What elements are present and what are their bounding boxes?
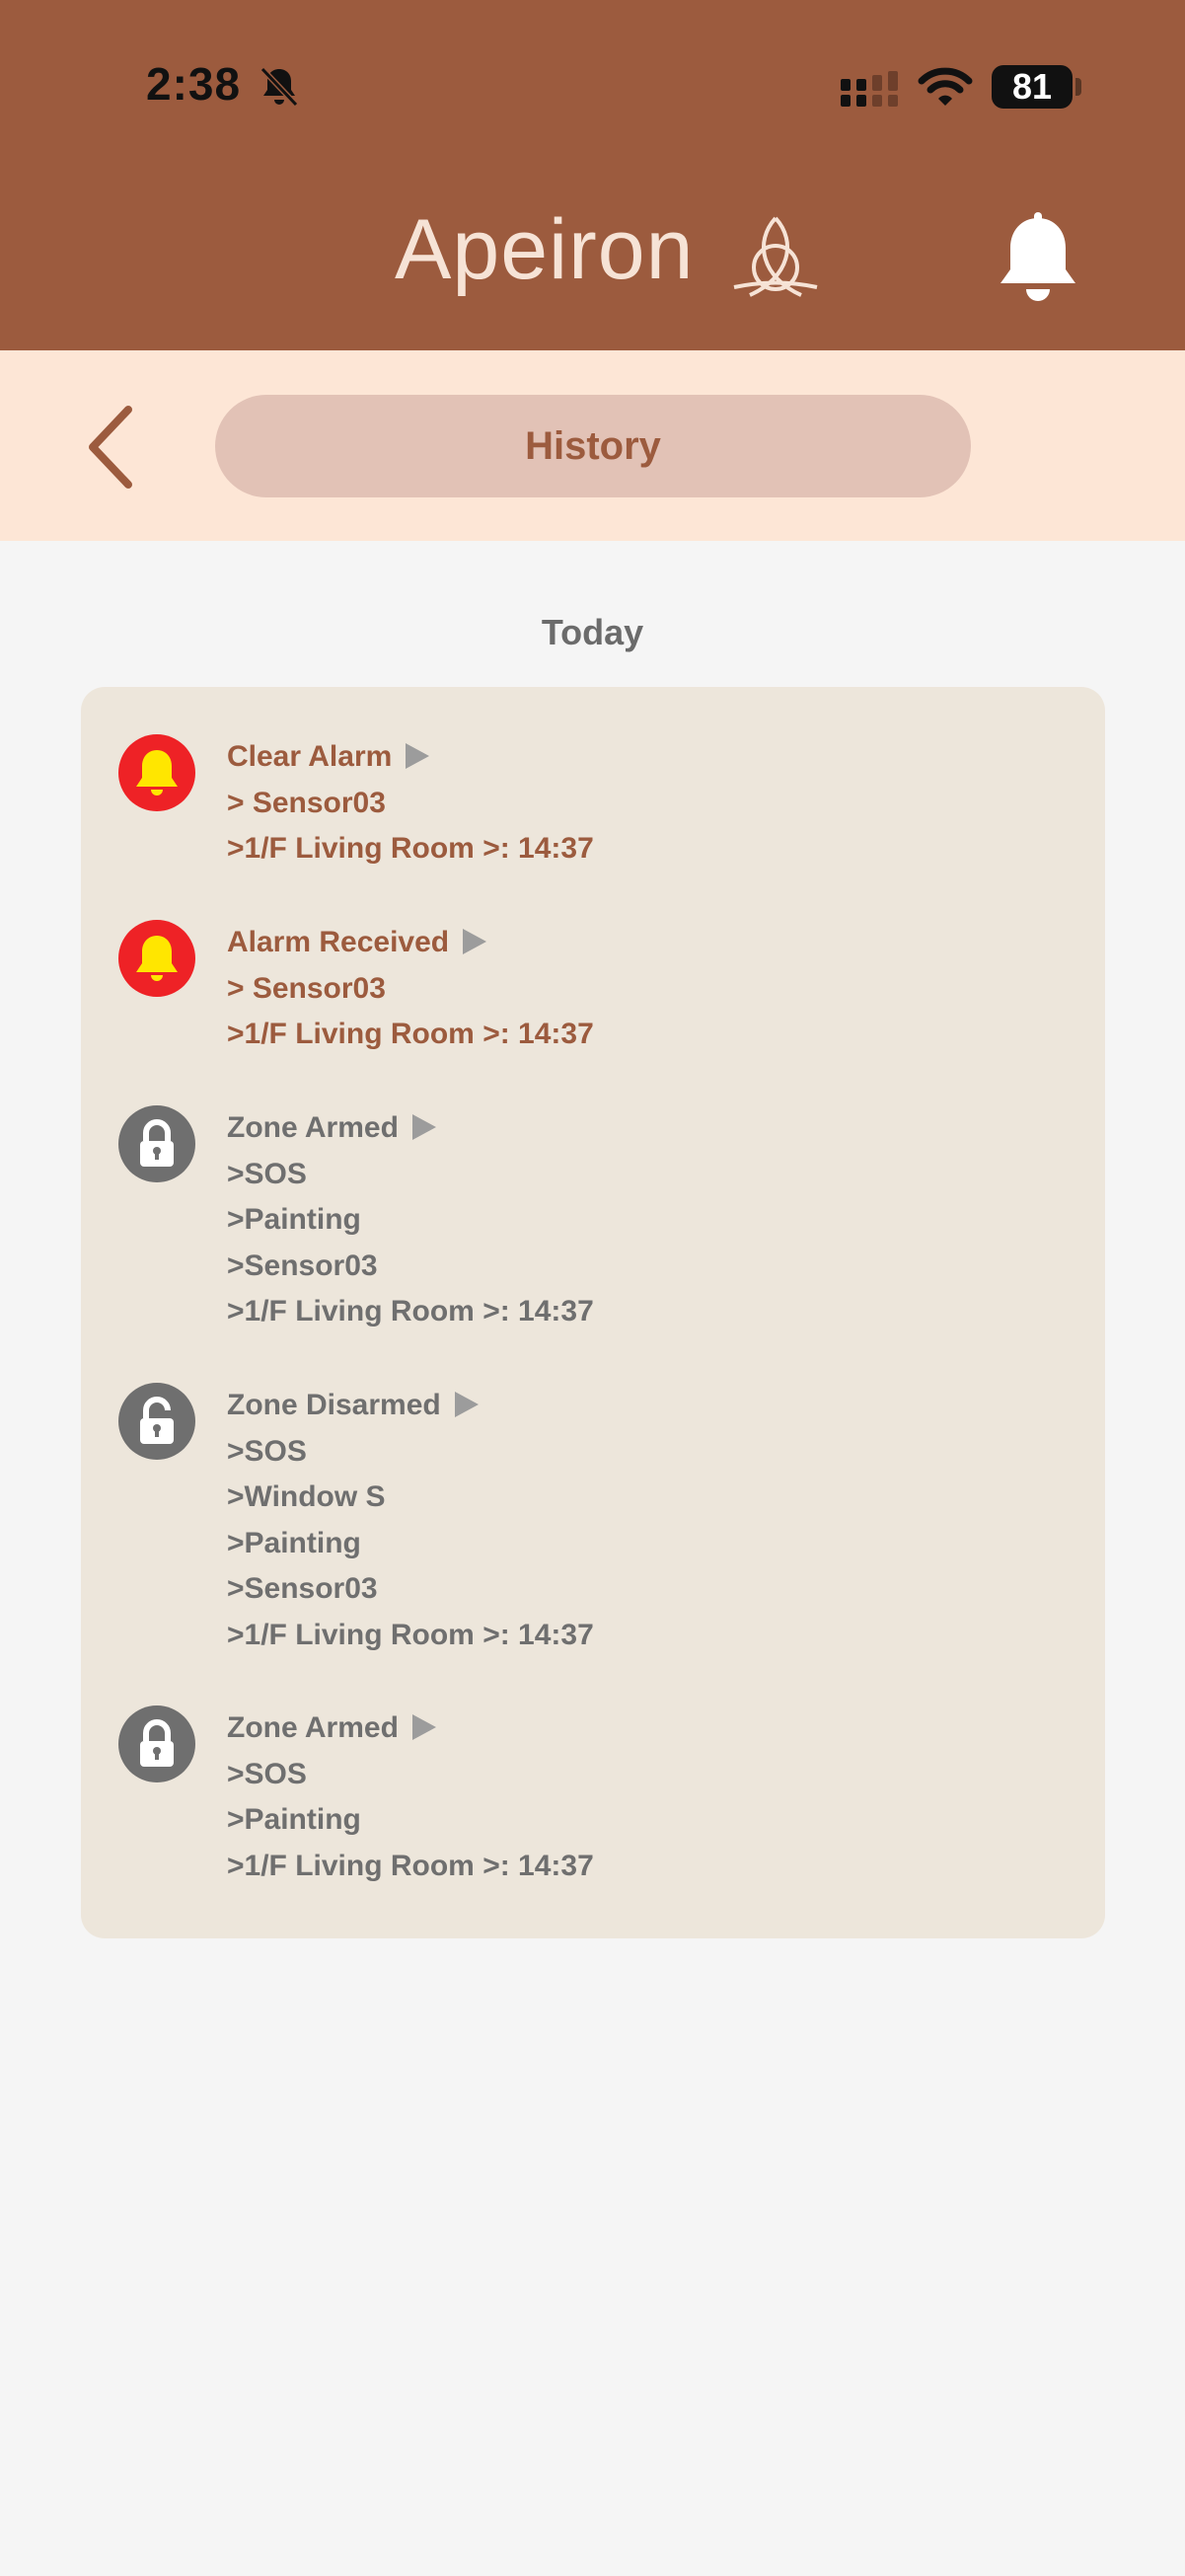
bell-icon[interactable] xyxy=(997,212,1079,305)
entry-detail: >Sensor03 xyxy=(227,1572,378,1605)
play-icon[interactable] xyxy=(411,1114,436,1140)
brand-wordmark: Apeiron xyxy=(395,202,695,297)
entry-detail: >1/F Living Room >: 14:37 xyxy=(227,832,594,865)
entry-title: Zone Armed xyxy=(227,1711,399,1744)
signal-icon xyxy=(841,71,898,107)
entry-title-line: Alarm Received xyxy=(227,920,594,966)
entry-title: Alarm Received xyxy=(227,926,450,958)
entry-text: Zone Armed >SOS >Painting >1/F Living Ro… xyxy=(227,1705,594,1889)
entry-detail: >1/F Living Room >: 14:37 xyxy=(227,1618,594,1651)
entry-title-line: Zone Armed xyxy=(227,1705,594,1752)
entry-text: Zone Armed >SOS >Painting >Sensor03 >1/F… xyxy=(227,1105,594,1335)
alarm-bell-icon xyxy=(118,734,195,811)
page-title: History xyxy=(525,423,661,468)
lock-open-icon xyxy=(118,1383,195,1460)
history-card: Clear Alarm > Sensor03 >1/F Living Room … xyxy=(81,687,1105,1938)
entry-detail: >Painting xyxy=(227,1203,361,1236)
triquetra-logo-icon xyxy=(733,216,818,297)
battery-level: 81 xyxy=(1011,66,1053,107)
entry-detail: >SOS xyxy=(227,1757,307,1790)
entry-detail: >Window S xyxy=(227,1480,386,1513)
entry-detail: >SOS xyxy=(227,1157,307,1190)
entry-text: Alarm Received > Sensor03 >1/F Living Ro… xyxy=(227,920,594,1058)
bell-slash-icon xyxy=(259,66,299,108)
play-icon[interactable] xyxy=(454,1392,479,1417)
entry-title-line: Zone Armed xyxy=(227,1105,594,1152)
status-time: 2:38 xyxy=(146,58,242,110)
lock-closed-icon xyxy=(118,1705,195,1782)
battery-cap xyxy=(1075,78,1081,96)
section-label-today: Today xyxy=(541,612,644,652)
alarm-bell-icon xyxy=(118,920,195,997)
battery-indicator: 81 xyxy=(992,65,1073,109)
app-root: 2:38 81 Apeiron History Today Clear Alar… xyxy=(0,0,1185,2576)
entry-title-line: Clear Alarm xyxy=(227,734,594,781)
entry-title-line: Zone Disarmed xyxy=(227,1383,594,1429)
chevron-left-icon[interactable] xyxy=(79,400,148,494)
page-title-pill: History xyxy=(215,395,971,497)
entry-title: Clear Alarm xyxy=(227,740,393,773)
play-icon[interactable] xyxy=(463,929,487,954)
entry-detail: >Painting xyxy=(227,1803,361,1836)
lock-closed-icon xyxy=(118,1105,195,1182)
entry-detail: >Painting xyxy=(227,1526,361,1559)
app-header: 2:38 81 Apeiron xyxy=(0,0,1185,350)
entry-text: Zone Disarmed >SOS >Window S >Painting >… xyxy=(227,1383,594,1658)
entry-text: Clear Alarm > Sensor03 >1/F Living Room … xyxy=(227,734,594,872)
entry-title: Zone Disarmed xyxy=(227,1389,441,1421)
play-icon[interactable] xyxy=(406,743,430,769)
entry-detail: >1/F Living Room >: 14:37 xyxy=(227,1018,594,1050)
wifi-icon xyxy=(918,67,973,106)
entry-detail: > Sensor03 xyxy=(227,786,386,819)
entry-detail: >1/F Living Room >: 14:37 xyxy=(227,1849,594,1882)
nav-bar: History xyxy=(0,350,1185,541)
entry-detail: >SOS xyxy=(227,1434,307,1468)
entry-detail: > Sensor03 xyxy=(227,971,386,1005)
entry-detail: >1/F Living Room >: 14:37 xyxy=(227,1295,594,1327)
entry-title: Zone Armed xyxy=(227,1111,399,1144)
entry-detail: >Sensor03 xyxy=(227,1249,378,1282)
play-icon[interactable] xyxy=(411,1714,436,1740)
